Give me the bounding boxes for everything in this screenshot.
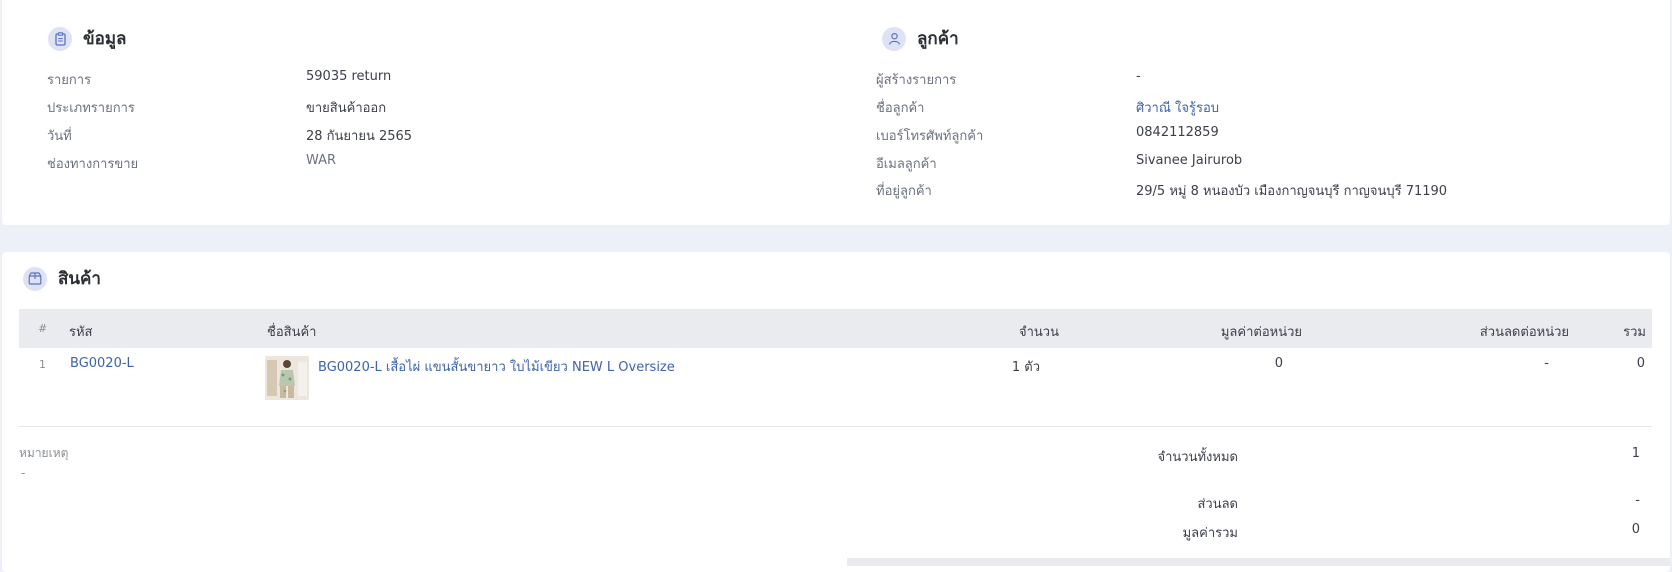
column-header-index: # bbox=[38, 322, 48, 335]
field-value-email: Sivanee Jairurob bbox=[1136, 153, 1243, 168]
user-icon bbox=[882, 26, 906, 51]
row-index: 1 bbox=[39, 358, 46, 371]
field-label-customer-name: ชื่อลูกค้า bbox=[876, 101, 925, 116]
field-label-type: ประเภทรายการ bbox=[47, 101, 135, 116]
field-value-transaction: 59035 return bbox=[306, 69, 392, 84]
row-unit-discount: - bbox=[1544, 356, 1549, 371]
customer-title: ลูกค้า bbox=[917, 29, 959, 49]
field-label-email: อีเมลลูกค้า bbox=[876, 157, 937, 172]
column-header-code[interactable]: รหัส bbox=[69, 321, 93, 342]
total-qty-label: จำนวนทั้งหมด bbox=[1157, 450, 1239, 465]
products-title: สินค้า bbox=[58, 269, 101, 289]
grand-total-value: 0 bbox=[1631, 522, 1640, 537]
table-divider bbox=[19, 426, 1652, 427]
field-label-date: วันที่ bbox=[47, 129, 72, 144]
grand-total-label: มูลค่ารวม bbox=[1182, 526, 1238, 541]
row-unit-price: 0 bbox=[1274, 356, 1283, 371]
row-total: 0 bbox=[1636, 356, 1645, 371]
info-title: ข้อมูล bbox=[83, 29, 127, 49]
field-value-phone: 0842112859 bbox=[1136, 125, 1219, 140]
column-header-unit-discount[interactable]: ส่วนลดต่อหน่วย bbox=[1480, 321, 1569, 342]
product-name-link[interactable]: BG0020-L เสื้อไผ่ แขนสั้นขายาว ใบไม้เขีย… bbox=[318, 356, 675, 377]
product-thumbnail[interactable] bbox=[265, 356, 309, 400]
customer-name-link[interactable]: ศิวาณี ใจรู้รอบ bbox=[1136, 97, 1219, 118]
field-value-date: 28 กันยายน 2565 bbox=[306, 129, 413, 144]
total-qty-value: 1 bbox=[1631, 446, 1640, 461]
customer-section-header: ลูกค้า bbox=[882, 25, 959, 52]
column-header-name[interactable]: ชื่อสินค้า bbox=[267, 321, 316, 342]
discount-value: - bbox=[1635, 493, 1640, 508]
clipboard-icon bbox=[48, 26, 72, 51]
field-label-address: ที่อยู่ลูกค้า bbox=[876, 184, 932, 199]
products-card: สินค้า # รหัส ชื่อสินค้า จำนวน มูลค่าต่อ… bbox=[2, 252, 1670, 572]
products-section-header: สินค้า bbox=[23, 265, 101, 292]
discount-label: ส่วนลด bbox=[1197, 497, 1238, 512]
column-header-qty[interactable]: จำนวน bbox=[1019, 321, 1059, 342]
products-table-header: # รหัส ชื่อสินค้า จำนวน มูลค่าต่อหน่วย ส… bbox=[19, 309, 1652, 348]
note-label: หมายเหตุ bbox=[19, 446, 69, 460]
column-header-total[interactable]: รวม bbox=[1623, 321, 1646, 342]
field-label-phone: เบอร์โทรศัพท์ลูกค้า bbox=[876, 129, 984, 144]
field-label-transaction: รายการ bbox=[47, 73, 92, 88]
info-section-header: ข้อมูล bbox=[48, 25, 126, 52]
field-value-address: 29/5 หมู่ 8 หนองบัว เมืองกาญจนบุรี กาญจน… bbox=[1136, 184, 1448, 199]
box-icon bbox=[23, 266, 47, 291]
info-card: ข้อมูล รายการ 59035 return ประเภทรายการ … bbox=[2, 0, 1670, 225]
product-code-link[interactable]: BG0020-L bbox=[70, 356, 134, 371]
note-value: - bbox=[21, 466, 26, 480]
column-header-unit-price[interactable]: มูลค่าต่อหน่วย bbox=[1221, 321, 1302, 342]
field-value-type: ขายสินค้าออก bbox=[306, 101, 387, 116]
field-value-channel: WAR bbox=[306, 153, 337, 168]
field-label-creator: ผู้สร้างรายการ bbox=[876, 73, 957, 88]
field-value-creator: - bbox=[1136, 69, 1141, 84]
row-qty: 1 ตัว bbox=[1011, 360, 1040, 375]
field-label-channel: ช่องทางการขาย bbox=[47, 157, 139, 172]
